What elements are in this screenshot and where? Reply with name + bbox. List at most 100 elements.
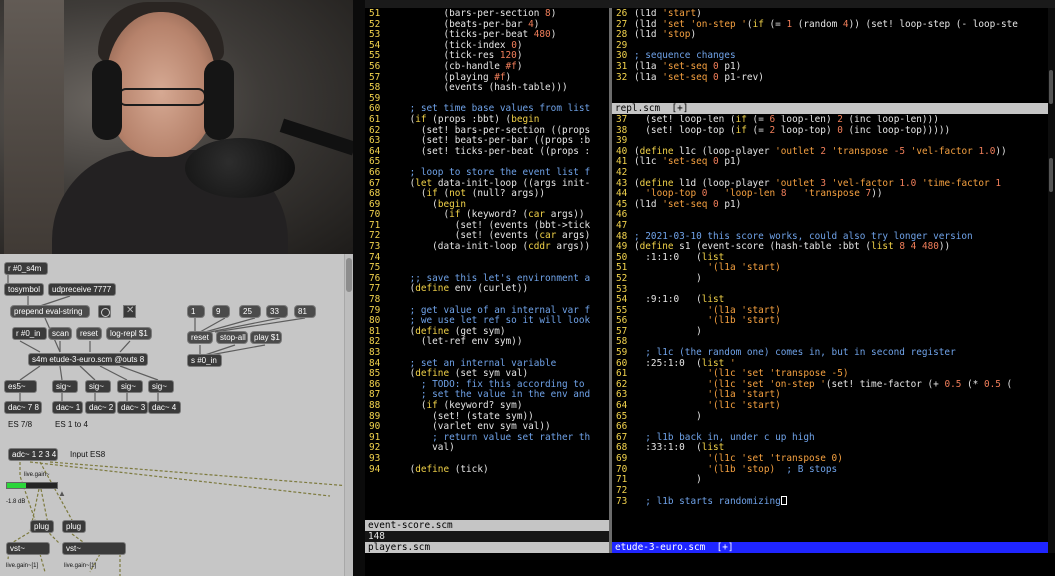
code-line-event-score[interactable]: 73 (data-init-loop (cddr args)) — [365, 241, 609, 253]
code-token: ) — [516, 39, 523, 51]
max-sig-3[interactable]: sig~ — [117, 380, 143, 393]
line-number: 73 — [616, 496, 628, 508]
code-line-etude[interactable]: 41 (l1c 'set-seq 0 p1) — [612, 157, 1048, 168]
max-sig-4[interactable]: sig~ — [148, 380, 174, 393]
max-vst-1[interactable]: vst~ — [6, 542, 50, 555]
code-line-event-score[interactable]: 77 (define env (curlet)) — [365, 284, 609, 295]
code-token: ' — [729, 357, 736, 369]
code-token: define — [415, 368, 450, 380]
modeline-etude[interactable]: etude-3-euro.scm [+] — [612, 542, 1048, 553]
max-msg-25[interactable]: 25 — [239, 305, 261, 318]
max-play-message[interactable]: play $1 — [250, 331, 282, 344]
max-dac-3[interactable]: dac~ 3 — [117, 401, 148, 414]
max-vst-2[interactable]: vst~ — [62, 542, 126, 555]
max-reset-message[interactable]: reset — [76, 327, 102, 340]
code-token: :1:1:0 ( — [634, 251, 702, 263]
label-live-gain-2: live.gain~[1] — [64, 563, 97, 569]
max-bang-button[interactable] — [98, 305, 111, 318]
max-dac-4[interactable]: dac~ 4 — [148, 401, 181, 414]
max-receive-in[interactable]: r #0_in — [12, 327, 47, 340]
code-token: ; l1c (the random one) comes in, but in … — [634, 347, 956, 359]
code-line-etude[interactable]: 46 — [612, 210, 1048, 221]
editor-scrollbar[interactable] — [1048, 8, 1055, 553]
code-token: 'set-seq — [662, 198, 708, 210]
code-line-etude[interactable]: 71 ) — [612, 474, 1048, 486]
max-dac-1[interactable]: dac~ 1 — [52, 401, 83, 414]
patch-scrollbar[interactable] — [344, 254, 353, 576]
code-token: (l1a — [634, 60, 663, 72]
code-line-repl[interactable]: 28 (l1d 'stop) — [612, 29, 1048, 41]
code-line-repl[interactable]: 32 (l1a 'set-seq 0 p1-rev) — [612, 71, 1048, 84]
modeline-repl[interactable]: repl.scm [+] — [612, 103, 1048, 114]
max-send-in[interactable]: s #0_in — [187, 354, 222, 367]
code-line-etude[interactable]: 57 ) — [612, 326, 1048, 338]
max-msg-9[interactable]: 9 — [212, 305, 230, 318]
max-receive-s4m[interactable]: r #0_s4m — [4, 262, 48, 275]
max-udpreceive[interactable]: udpreceive 7777 — [48, 283, 116, 296]
max-log-repl-message[interactable]: log-repl $1 — [106, 327, 152, 340]
max-dac-78[interactable]: dac~ 7 8 — [4, 401, 42, 414]
code-token: 1.0 — [899, 177, 917, 189]
code-line-etude[interactable]: 65 ) — [612, 411, 1048, 423]
max-s4m-object[interactable]: s4m etude-3-euro.scm @outs 8 — [28, 353, 148, 366]
code-token: (set! beats-per-bar ((props :b — [387, 135, 591, 147]
label-db: -1.8 dB — [6, 499, 26, 505]
code-token: define — [415, 325, 450, 337]
max-plug-1[interactable]: plug — [30, 520, 54, 533]
max-msg-81[interactable]: 81 — [294, 305, 316, 318]
max-reset-message-2[interactable]: reset — [187, 331, 213, 344]
modeline-event-score[interactable]: event-score.scm — [365, 520, 609, 531]
code-token: #f — [494, 71, 506, 83]
max-msg-33[interactable]: 33 — [266, 305, 288, 318]
gain-slider-triangle[interactable]: ▲ — [58, 489, 66, 498]
code-token: ; we use let ref so it will look — [387, 315, 591, 327]
code-token: (l1a — [634, 71, 663, 83]
live-gain-meter[interactable] — [6, 482, 58, 489]
patch-scrollbar-thumb[interactable] — [346, 258, 352, 292]
max-stop-all-message[interactable]: stop-all — [216, 331, 248, 344]
code-token: ; loop to store the event list f — [387, 166, 591, 178]
max-sig-2[interactable]: sig~ — [85, 380, 111, 393]
code-line-etude[interactable]: 72 — [612, 485, 1048, 497]
max-msg-1[interactable]: 1 — [187, 305, 205, 318]
max-dac-2[interactable]: dac~ 2 — [85, 401, 116, 414]
code-token: (props :bbt) ( — [426, 113, 512, 125]
max-scan-message[interactable]: scan — [48, 327, 72, 340]
code-line-etude[interactable]: 45 (l1d 'set-seq 0 p1) — [612, 198, 1048, 211]
code-token: 'outlet — [775, 145, 815, 157]
editor-pane-repl[interactable]: 26 (l1d 'start) 27 (l1d 'set 'on-step '(if … — [612, 9, 1048, 102]
code-line-etude[interactable]: 38 (set! loop-top (if (= 2 loop-top) 0 (… — [612, 125, 1048, 137]
code-line-etude[interactable]: 52 ) — [612, 273, 1048, 285]
editor-pane-event-score[interactable]: 51 (bars-per-section 8) 52 (beats-per-bar… — [365, 9, 609, 520]
max-tosymbol[interactable]: tosymbol — [4, 283, 44, 296]
max-prepend-eval-string[interactable]: prepend eval-string — [10, 305, 90, 318]
code-token: list — [701, 357, 725, 369]
code-line-event-score[interactable]: 64 (set! ticks-per-beat ((props : — [365, 146, 609, 158]
code-line-etude[interactable]: 73 ; l1b starts randomizing — [612, 496, 1048, 507]
max-es5[interactable]: es5~ — [4, 380, 37, 393]
code-line-event-score[interactable]: 74 — [365, 252, 609, 264]
code-token: 0.5 — [944, 378, 962, 390]
modeline-players[interactable]: players.scm — [365, 542, 609, 553]
max-plug-2[interactable]: plug — [62, 520, 86, 533]
code-token: '(l1b 'start) — [707, 315, 781, 327]
scrollbar-thumb-bottom[interactable] — [1049, 158, 1053, 192]
max-patcher[interactable]: r #0_s4m tosymbol udpreceive 7777 prepen… — [0, 254, 353, 576]
scrollbar-thumb-top[interactable] — [1049, 70, 1053, 104]
code-line-event-score[interactable]: 58 (events (hash-table))) — [365, 82, 609, 94]
max-toggle[interactable] — [123, 305, 136, 318]
max-adc[interactable]: adc~ 1 2 3 4 — [8, 448, 58, 461]
max-sig-1[interactable]: sig~ — [52, 380, 78, 393]
code-token: '(l1b 'stop) — [707, 463, 776, 475]
code-line-event-score[interactable]: 94 (define (tick) — [365, 464, 609, 476]
code-token: ; B stops — [786, 463, 838, 475]
editor-top-edge — [365, 0, 1055, 8]
code-token: args) — [556, 230, 591, 242]
code-line-event-score[interactable]: 82 (let-ref env sym)) — [365, 337, 609, 348]
label-input-es8: Input ES8 — [70, 450, 106, 459]
editor-pane-etude[interactable]: 37 (set! loop-len (if (= 6 loop-len) 2 (… — [612, 115, 1048, 542]
code-line-event-score[interactable]: 92 val) — [365, 443, 609, 454]
